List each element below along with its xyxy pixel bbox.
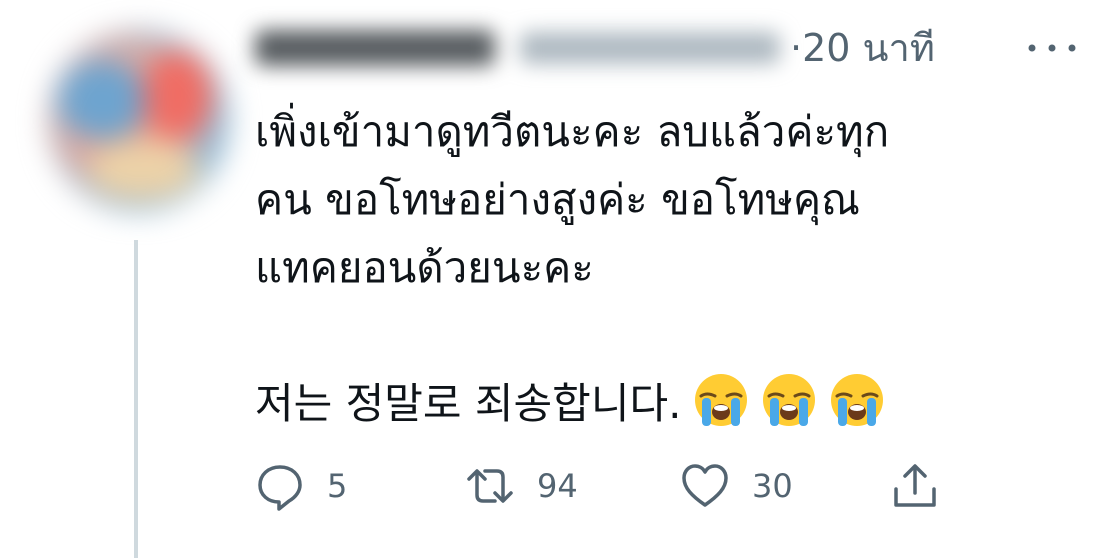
thread-line	[134, 240, 138, 558]
tweet-text: เพิ่งเข้ามาดูทวีตนะคะ ลบแล้วค่ะทุก คน ขอ…	[255, 98, 1055, 438]
retweet-button[interactable]: 94	[465, 458, 578, 514]
retweet-icon[interactable]	[465, 461, 515, 511]
author-handle-blurred[interactable]	[520, 32, 780, 64]
heart-icon[interactable]	[680, 461, 730, 511]
like-button[interactable]: 30	[680, 458, 793, 514]
tweet-text-korean: 저는 정말로 죄송합니다.	[255, 370, 1055, 438]
share-button[interactable]	[890, 458, 940, 514]
like-count: 30	[752, 467, 793, 505]
reply-count: 5	[327, 467, 348, 505]
loudly-crying-face-icon	[695, 374, 748, 426]
tweet-text-line: เพิ่งเข้ามาดูทวีตนะคะ ลบแล้วค่ะทุก	[255, 107, 890, 156]
loudly-crying-face-icon	[763, 374, 816, 426]
more-horizontal-icon[interactable]	[1022, 28, 1082, 68]
tweet-text-line: คน ขอโทษอย่างสูงค่ะ ขอโทษคุณ	[255, 175, 861, 224]
avatar[interactable]	[48, 30, 230, 212]
share-icon[interactable]	[890, 461, 940, 511]
retweet-count: 94	[537, 467, 578, 505]
tweet-actions: 5 94 30	[255, 458, 975, 514]
author-info-redacted[interactable]	[255, 22, 795, 74]
reply-icon[interactable]	[255, 461, 305, 511]
reply-button[interactable]: 5	[255, 458, 347, 514]
tweet-text-korean-label: 저는 정말로 죄송합니다.	[255, 379, 682, 428]
author-name-blurred[interactable]	[255, 30, 495, 66]
loudly-crying-face-icon	[831, 374, 884, 426]
tweet-text-line: แทคยอนด้วยนะคะ	[255, 243, 594, 292]
tweet-timestamp[interactable]: ·20 นาที	[790, 22, 935, 74]
